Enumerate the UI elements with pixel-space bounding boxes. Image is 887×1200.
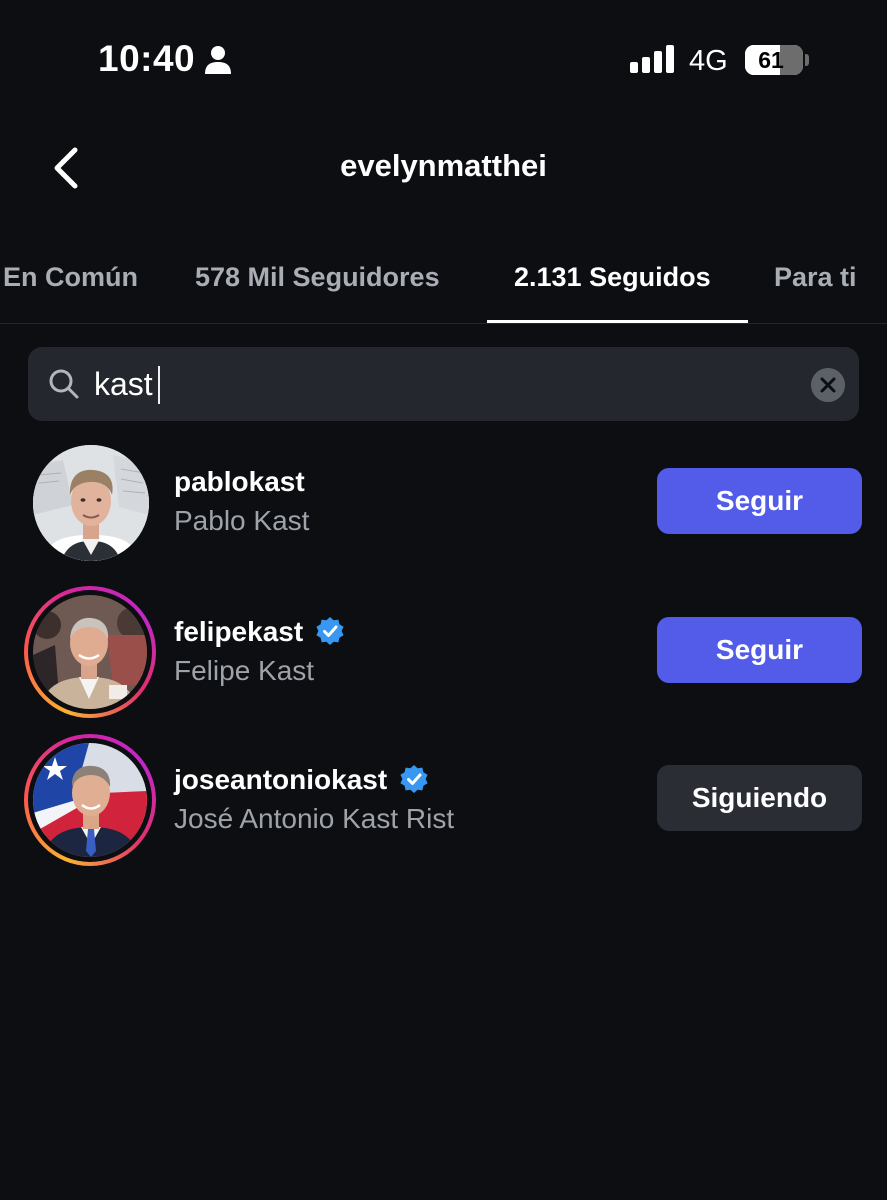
- tab-seguidos[interactable]: 2.131 Seguidos: [514, 262, 711, 293]
- battery-tip: [805, 54, 809, 66]
- status-time: 10:40: [98, 38, 196, 79]
- tabs-divider: [0, 323, 887, 324]
- list-item[interactable]: felipekast Felipe Kast Seguir: [0, 586, 887, 718]
- full-name: Felipe Kast: [174, 655, 315, 686]
- search-box[interactable]: [28, 347, 859, 421]
- text-cursor: [158, 366, 160, 404]
- battery-level: 61: [758, 46, 784, 73]
- avatar-wrap[interactable]: [24, 438, 156, 570]
- screen: 10:40 4G 61 evelynmatthei En Común 578 M…: [0, 0, 887, 1200]
- follow-button[interactable]: Seguir: [657, 468, 862, 534]
- avatar-story-ring[interactable]: [24, 734, 156, 866]
- avatar[interactable]: [33, 743, 147, 857]
- follow-button[interactable]: Seguir: [657, 617, 862, 683]
- tab-para-ti[interactable]: Para ti: [774, 262, 857, 293]
- clear-search-button[interactable]: [811, 368, 845, 402]
- avatar-story-ring[interactable]: [24, 586, 156, 718]
- search-icon: [49, 369, 79, 399]
- battery-icon: 61: [745, 45, 803, 75]
- following-button[interactable]: Siguiendo: [657, 765, 862, 831]
- username[interactable]: pablokast: [174, 466, 305, 498]
- verified-badge-icon: [400, 765, 428, 793]
- status-bar: 10:40 4G 61: [0, 0, 887, 120]
- full-name: José Antonio Kast Rist: [174, 803, 455, 834]
- tab-en-comun[interactable]: En Común: [3, 262, 138, 293]
- avatar[interactable]: [33, 445, 149, 561]
- person-icon: [205, 46, 231, 74]
- full-name: Pablo Kast: [174, 505, 310, 536]
- page-title: evelynmatthei: [340, 148, 547, 183]
- cellular-signal-icon: [630, 45, 674, 73]
- network-type: 4G: [689, 45, 728, 77]
- list-item[interactable]: joseantoniokast José Antonio Kast Rist S…: [0, 734, 887, 866]
- verified-badge-icon: [316, 617, 344, 645]
- tab-seguidores[interactable]: 578 Mil Seguidores: [195, 262, 440, 293]
- avatar[interactable]: [33, 595, 147, 709]
- username[interactable]: felipekast: [174, 616, 303, 648]
- list-item[interactable]: pablokast Pablo Kast Seguir: [0, 438, 887, 568]
- username[interactable]: joseantoniokast: [174, 764, 387, 796]
- search-input[interactable]: [94, 361, 794, 407]
